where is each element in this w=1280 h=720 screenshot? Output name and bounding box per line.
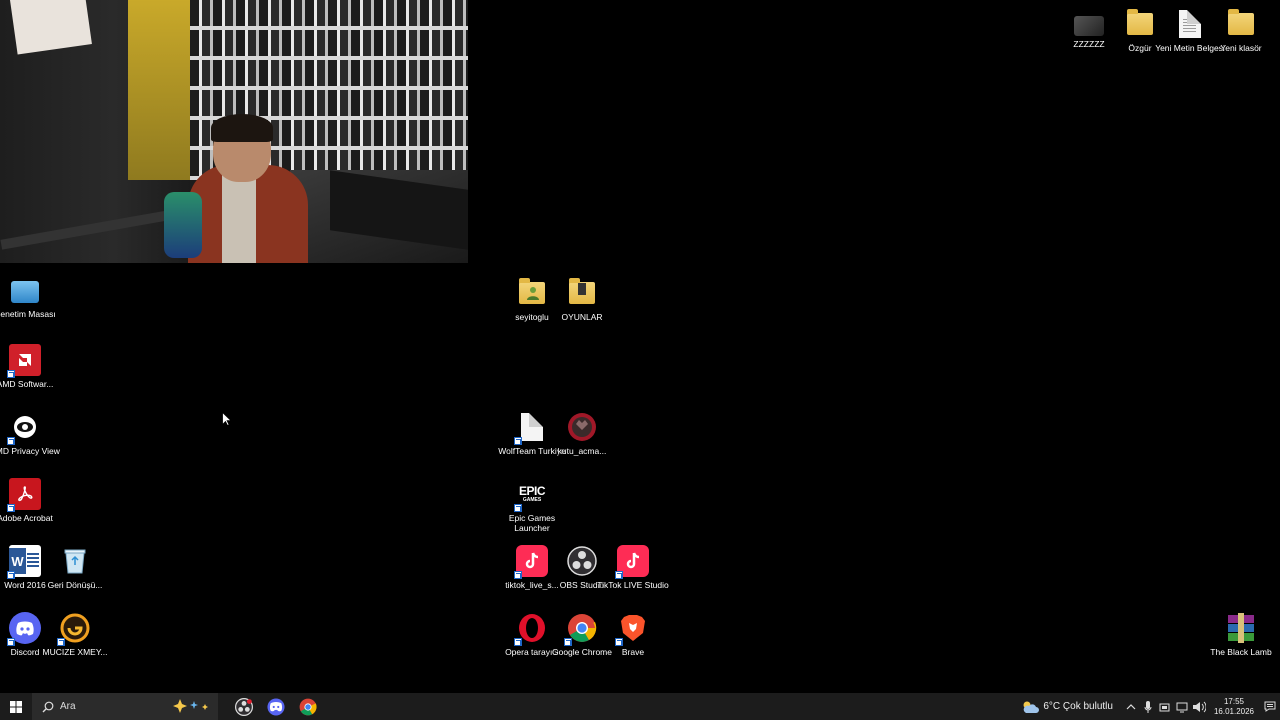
volume-icon[interactable]: [1191, 699, 1207, 715]
copilot-sparkle-icon[interactable]: [172, 698, 212, 714]
document-shortcut-icon: [514, 411, 548, 445]
desktop-icon-brave[interactable]: Brave: [596, 612, 670, 657]
cloud-weather-icon: [1023, 701, 1040, 713]
notification-center-icon[interactable]: [1260, 693, 1280, 720]
clock[interactable]: 17:55 16.01.2026: [1214, 697, 1254, 717]
microphone-icon[interactable]: [1140, 699, 1156, 715]
chrome-icon: [564, 612, 598, 646]
search-icon: [42, 701, 54, 712]
clock-time: 17:55: [1223, 696, 1244, 706]
amd-software-icon: [7, 344, 41, 378]
network-icon[interactable]: [1174, 699, 1190, 715]
windows-logo-icon: [10, 700, 22, 713]
folder-icon: [1124, 8, 1156, 40]
desktop-icon-adobe-acrobat[interactable]: Adobe Acrobat: [0, 478, 62, 523]
desktop-icon-mucize[interactable]: MUCIZE XMEY...: [38, 612, 112, 657]
mouse-cursor-icon: [222, 411, 233, 427]
discord-icon: [7, 612, 41, 646]
webcam-overlay: [0, 0, 468, 263]
epic-games-icon: EPIC GAMES: [514, 478, 548, 512]
control-panel-icon: [11, 281, 39, 303]
recycle-bin-icon: [59, 545, 91, 577]
brave-icon: [615, 612, 649, 646]
search-box[interactable]: Ara: [32, 693, 218, 720]
battery-saver-icon[interactable]: [1157, 699, 1173, 715]
folder-icon: [566, 277, 598, 309]
mucize-app-icon: [57, 612, 91, 646]
system-tray: 6°C Çok bulutlu 17:55 16.01.2026: [1021, 693, 1280, 720]
rar-archive-icon: [1225, 612, 1257, 644]
obs-taskbar-icon[interactable]: [228, 693, 260, 720]
desktop-icon-yeni-klasor[interactable]: Yeni klasör: [1204, 8, 1278, 53]
start-button[interactable]: [0, 693, 32, 720]
user-folder-icon: [516, 277, 548, 309]
desktop-icon-geri-donusum[interactable]: Geri Dönüşü...: [38, 545, 112, 590]
clock-date: 16.01.2026: [1213, 706, 1254, 716]
folder-icon: [1225, 8, 1257, 40]
tiktok-live-icon: [514, 545, 548, 579]
image-thumbnail-icon: [1074, 16, 1104, 36]
chrome-taskbar-icon[interactable]: [292, 693, 324, 720]
weather-widget[interactable]: 6°C Çok bulutlu: [1021, 700, 1123, 714]
word-icon: W: [7, 545, 41, 579]
text-document-icon: [1174, 8, 1206, 40]
obs-studio-icon: [566, 545, 598, 577]
desktop-icon-denetim-masasi[interactable]: Denetim Masası: [0, 277, 62, 319]
discord-taskbar-icon[interactable]: [260, 693, 292, 720]
desktop-icon-amd-software[interactable]: AMD Softwar...: [0, 344, 62, 389]
weather-text: 6°C Çok bulutlu: [1043, 701, 1113, 712]
search-placeholder: Ara: [60, 701, 76, 712]
opera-icon: [514, 612, 548, 646]
desktop-icon-amd-privacy-view[interactable]: AMD Privacy View: [0, 411, 62, 456]
desktop-icon-the-black-lamb[interactable]: The Black Lamb: [1204, 612, 1278, 657]
desktop-icon-tiktok-live-studio[interactable]: TikTok LIVE Studio: [596, 545, 670, 590]
amd-privacy-view-icon: [7, 411, 41, 445]
chevron-up-icon[interactable]: [1123, 699, 1139, 715]
video-thumbnail-icon: [566, 411, 598, 443]
desktop-icon-kutu-acma[interactable]: kutu_acma...: [545, 411, 619, 456]
adobe-acrobat-icon: [7, 478, 41, 512]
tiktok-live-studio-icon: [615, 545, 649, 579]
desktop-icon-oyunlar[interactable]: OYUNLAR: [545, 277, 619, 322]
desktop-icon-epic-games[interactable]: EPIC GAMES Epic Games Launcher: [495, 478, 569, 533]
taskbar: Ara 6°C Çok bulutlu 17:55 16.01.2026: [0, 693, 1280, 720]
